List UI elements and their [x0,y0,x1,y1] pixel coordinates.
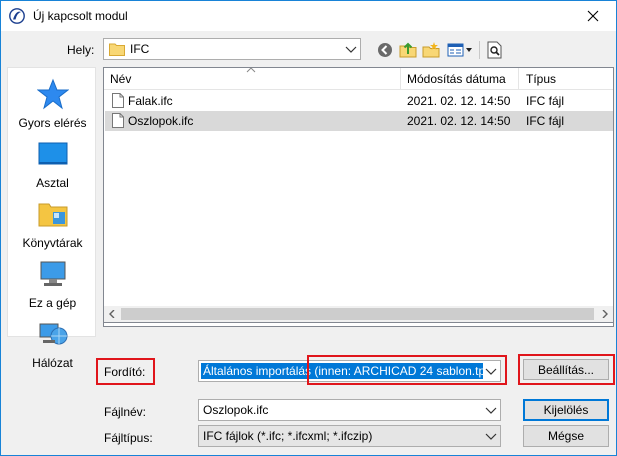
annotation-box-translator-value [307,355,507,385]
scroll-left-icon[interactable] [108,310,116,318]
file-row-falak[interactable]: Falak.ifc 2021. 02. 12. 14:50 IFC fájl [105,91,613,111]
column-separator[interactable] [518,68,519,90]
chevron-down-icon [485,433,497,440]
libraries-icon [38,203,67,227]
sort-ascending-icon [246,68,256,73]
cancel-button[interactable]: Mégse [523,425,609,447]
archicad-app-icon [9,8,25,24]
network-icon [39,323,67,345]
filetype-label: Fájltípus: [104,431,153,445]
filename-input[interactable]: Oszlopok.ifc [198,399,501,421]
preview-button[interactable] [485,40,505,60]
place-label: Gyors elérés [18,116,87,130]
window-title: Új kapcsolt modul [33,9,128,23]
view-menu-icon [447,43,472,57]
file-icon [112,93,124,108]
file-list[interactable]: Név Módosítás dátuma Típus Falak.ifc 202… [103,67,614,327]
folder-icon [109,43,125,56]
close-icon [587,10,599,22]
file-type: IFC fájl [526,114,565,128]
column-header-date[interactable]: Módosítás dátuma [407,72,506,86]
file-icon [112,113,124,128]
place-libraries[interactable]: Könyvtárak [8,198,97,250]
toolbar-separator [479,41,480,59]
file-name: Falak.ifc [128,94,173,108]
places-bar: Gyors elérés Asztal Könyvtárak Ez a gép … [7,67,97,370]
place-quick-access[interactable]: Gyors elérés [8,78,97,130]
view-menu-button[interactable] [446,40,474,60]
new-folder-button[interactable] [420,40,442,60]
desktop-icon [38,142,67,165]
chevron-down-icon [485,407,497,414]
back-button[interactable] [375,40,395,60]
translator-label: Fordító: [104,365,146,379]
column-header-type[interactable]: Típus [526,72,556,86]
file-name: Oszlopok.ifc [128,114,194,128]
file-row-oszlopok[interactable]: Oszlopok.ifc 2021. 02. 12. 14:50 IFC fáj… [105,111,613,131]
select-button[interactable]: Kijelölés [523,399,609,421]
chevron-down-icon [345,46,357,53]
place-label: Asztal [36,176,69,190]
look-in-label: Hely: [67,43,95,57]
back-icon [378,43,392,57]
filename-value: Oszlopok.ifc [203,403,269,417]
up-folder-button[interactable] [397,40,419,60]
place-desktop[interactable]: Asztal [8,138,97,190]
star-icon [36,78,69,110]
column-header-name[interactable]: Név [110,72,131,86]
close-button[interactable] [570,1,616,31]
up-folder-icon [399,42,417,58]
file-type: IFC fájl [526,94,565,108]
filetype-value: IFC fájlok (*.ifc; *.ifcxml; *.ifczip) [203,429,373,443]
dialog-window: Új kapcsolt modul Hely: IFC Gyors elérés… [0,0,617,456]
scroll-right-icon[interactable] [601,310,609,318]
file-date: 2021. 02. 12. 14:50 [407,114,511,128]
horizontal-scrollbar[interactable] [103,306,614,323]
computer-icon [40,261,65,286]
preview-icon [487,41,502,59]
look-in-dropdown[interactable]: IFC [103,38,361,60]
place-label: Ez a gép [28,296,77,310]
look-in-value: IFC [130,42,150,56]
settings-button[interactable]: Beállítás... [523,359,609,380]
title-bar: Új kapcsolt modul [1,1,616,31]
file-list-header: Név Módosítás dátuma Típus [104,68,613,90]
column-separator[interactable] [400,68,401,90]
filename-label: Fájlnév: [104,405,147,419]
scrollbar-thumb[interactable] [121,308,594,320]
file-date: 2021. 02. 12. 14:50 [407,94,511,108]
place-this-pc[interactable]: Ez a gép [8,258,97,310]
place-label: Könyvtárak [22,236,83,250]
place-label: Hálózat [32,356,73,370]
new-folder-icon [422,42,440,58]
filetype-dropdown[interactable]: IFC fájlok (*.ifc; *.ifcxml; *.ifczip) [198,425,501,447]
place-network[interactable]: Hálózat [8,318,97,370]
